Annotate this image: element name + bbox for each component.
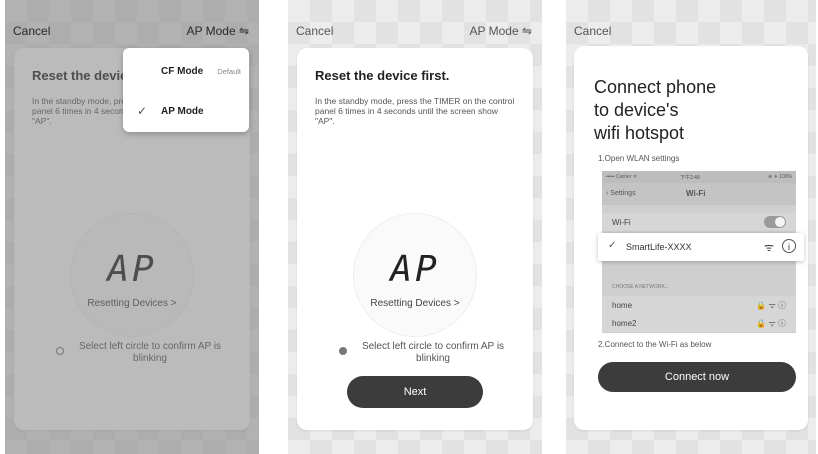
wifi-icon: ᯤ xyxy=(763,242,774,254)
cf-mode-label: CF Mode xyxy=(161,66,204,77)
cancel-button[interactable]: Cancel xyxy=(296,24,333,38)
ios-status-bar: ••••• Carrier ᯤ 下午2:48 ⊕ ✈ 100% xyxy=(602,171,796,183)
confirm-text: Select left circle to confirm AP is blin… xyxy=(361,341,505,364)
connect-card: Connect phone to device's wifi hotspot 1… xyxy=(574,46,808,430)
mode-dropdown: CF Mode Default ✓ AP Mode xyxy=(123,48,249,132)
ap-mode-toggle-active[interactable]: AP Mode ⇋ xyxy=(186,24,249,38)
nav-title: Wi-Fi xyxy=(686,189,706,198)
default-badge: Default xyxy=(217,67,241,76)
card-title: Reset the device first. xyxy=(315,68,450,83)
reset-card: Reset the device first. In the standby m… xyxy=(297,48,533,430)
ios-wifi-toggle-row: Wi-Fi xyxy=(602,213,796,231)
time-text: 下午2:48 xyxy=(680,175,700,181)
screen-connect-hotspot: Cancel Connect phone to device's wifi ho… xyxy=(566,0,816,454)
battery-text: ⊕ ✈ 100% xyxy=(768,174,792,180)
display-text: AP xyxy=(390,249,440,290)
screen-reset-device: Cancel AP Mode ⇋ Reset the device first.… xyxy=(288,0,542,454)
choose-network-label: CHOOSE A NETWORK... xyxy=(612,284,669,290)
step-2-text: 2.Connect to the Wi-Fi as below xyxy=(598,340,712,349)
network-name: home2 xyxy=(612,319,637,328)
title-line-2: to device's xyxy=(594,100,679,120)
toggle-icon xyxy=(764,216,786,228)
ap-mode-toggle[interactable]: AP Mode ⇋ xyxy=(469,24,532,38)
connect-now-button[interactable]: Connect now xyxy=(598,362,796,392)
check-icon: ✓ xyxy=(137,104,148,118)
page-title: Connect phone to device's wifi hotspot xyxy=(594,76,716,145)
network-row: home 🔒 ᯤ ⓘ xyxy=(602,296,796,314)
carrier-text: ••••• Carrier ᯤ xyxy=(606,174,638,180)
network-icons: 🔒 ᯤ ⓘ xyxy=(756,319,786,328)
screen-ap-mode-menu: Cancel AP Mode ⇋ Reset the device first.… xyxy=(5,0,259,454)
smartlife-network-highlight: ✓ SmartLife-XXXX ᯤ i xyxy=(598,233,804,261)
card-description: In the standby mode, press the TIMER on … xyxy=(315,96,515,126)
wifi-label: Wi-Fi xyxy=(612,218,631,227)
network-name: home xyxy=(612,301,633,310)
confirm-radio-checked[interactable] xyxy=(339,347,347,355)
cancel-button-active[interactable]: Cancel xyxy=(13,24,50,38)
next-button[interactable]: Next xyxy=(347,376,483,408)
title-line-1: Connect phone xyxy=(594,77,717,97)
check-icon: ✓ xyxy=(608,240,617,251)
cancel-button[interactable]: Cancel xyxy=(574,24,611,38)
ios-nav-bar: ‹ Settings Wi-Fi xyxy=(602,183,796,205)
info-icon: i xyxy=(782,239,796,253)
network-icons: 🔒 ᯤ ⓘ xyxy=(756,301,786,310)
menu-item-ap-mode[interactable]: ✓ AP Mode xyxy=(123,92,249,132)
network-name: SmartLife-XXXX xyxy=(626,242,692,252)
menu-item-cf-mode[interactable]: CF Mode Default xyxy=(123,52,249,92)
ap-mode-label: AP Mode xyxy=(161,106,204,117)
confirm-row[interactable]: Select left circle to confirm AP is blin… xyxy=(339,341,513,365)
back-settings: ‹ Settings xyxy=(606,190,636,197)
title-line-3: wifi hotspot xyxy=(594,123,685,143)
resetting-devices-link[interactable]: Resetting Devices > xyxy=(297,298,533,309)
network-row: home2 🔒 ᯤ ⓘ xyxy=(602,314,796,332)
device-display: AP xyxy=(353,213,477,337)
step-1-text: 1.Open WLAN settings xyxy=(598,154,680,163)
